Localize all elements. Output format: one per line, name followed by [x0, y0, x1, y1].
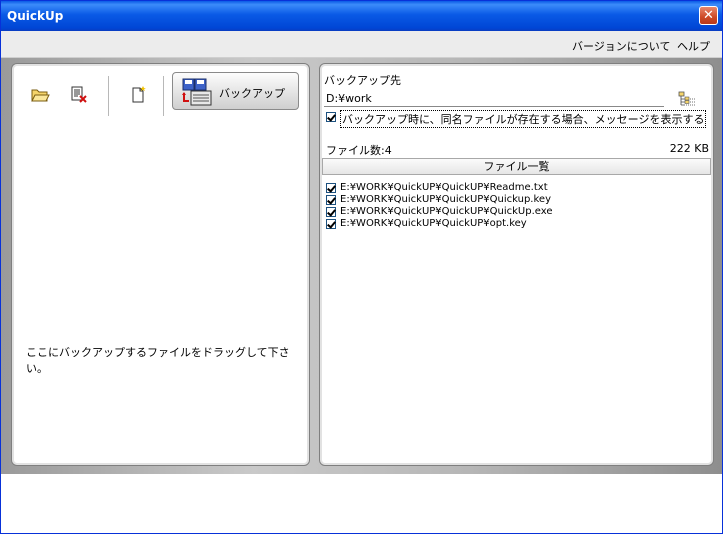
- total-size: 222 KB: [669, 142, 709, 155]
- file-checkbox[interactable]: [326, 207, 336, 217]
- option-checkbox[interactable]: [326, 112, 336, 122]
- file-name: E:¥WORK¥QuickUP¥QuickUP¥Readme.txt: [340, 182, 548, 193]
- drop-hint: ここにバックアップするファイルをドラッグして下さい。: [26, 346, 290, 375]
- open-folder-icon[interactable]: [30, 85, 50, 105]
- close-button[interactable]: ✕: [699, 6, 718, 25]
- remove-file-icon[interactable]: [69, 85, 89, 105]
- floppy-backup-icon: [182, 78, 212, 106]
- title-bar[interactable]: QuickUp ✕: [1, 1, 722, 31]
- toolbar-separator: [163, 76, 165, 116]
- window-title: QuickUp: [7, 9, 64, 23]
- drop-panel[interactable]: バックアップ ここにバックアップするファイルをドラッグして下さい。: [11, 63, 310, 466]
- settings-panel: バックアップ先 D:¥work バックアップ時に、同名ファイルが存在する場合、メ…: [319, 63, 714, 466]
- backup-button-label: バックアップ: [219, 87, 285, 100]
- option-label[interactable]: バックアップ時に、同名ファイルが存在する場合、メッセージを表示する: [340, 110, 707, 128]
- file-checkbox[interactable]: [326, 183, 336, 193]
- toolbar-separator: [108, 76, 110, 116]
- file-list-header[interactable]: ファイル一覧: [322, 158, 711, 175]
- file-checkbox[interactable]: [326, 195, 336, 205]
- folder-tree-icon[interactable]: [678, 91, 696, 107]
- file-count: ファイル数:4: [326, 144, 392, 157]
- menu-bar: バージョンについて ヘルプ: [1, 31, 722, 58]
- menu-help[interactable]: ヘルプ: [677, 38, 710, 54]
- file-name: E:¥WORK¥QuickUP¥QuickUP¥QuickUp.exe: [340, 206, 553, 217]
- menu-about[interactable]: バージョンについて: [572, 38, 670, 54]
- main-area: バックアップ ここにバックアップするファイルをドラッグして下さい。 バックアップ…: [1, 58, 722, 474]
- file-name: E:¥WORK¥QuickUP¥QuickUP¥opt.key: [340, 218, 527, 229]
- file-name: E:¥WORK¥QuickUP¥QuickUP¥Quickup.key: [340, 194, 551, 205]
- new-file-icon[interactable]: [128, 85, 148, 105]
- dest-input[interactable]: D:¥work: [324, 91, 664, 107]
- backup-button[interactable]: バックアップ: [172, 72, 299, 110]
- app-window: QuickUp ✕ バージョンについて ヘルプ バックアップ ここにバックアップ…: [0, 0, 723, 534]
- dest-label: バックアップ先: [324, 74, 401, 87]
- file-checkbox[interactable]: [326, 219, 336, 229]
